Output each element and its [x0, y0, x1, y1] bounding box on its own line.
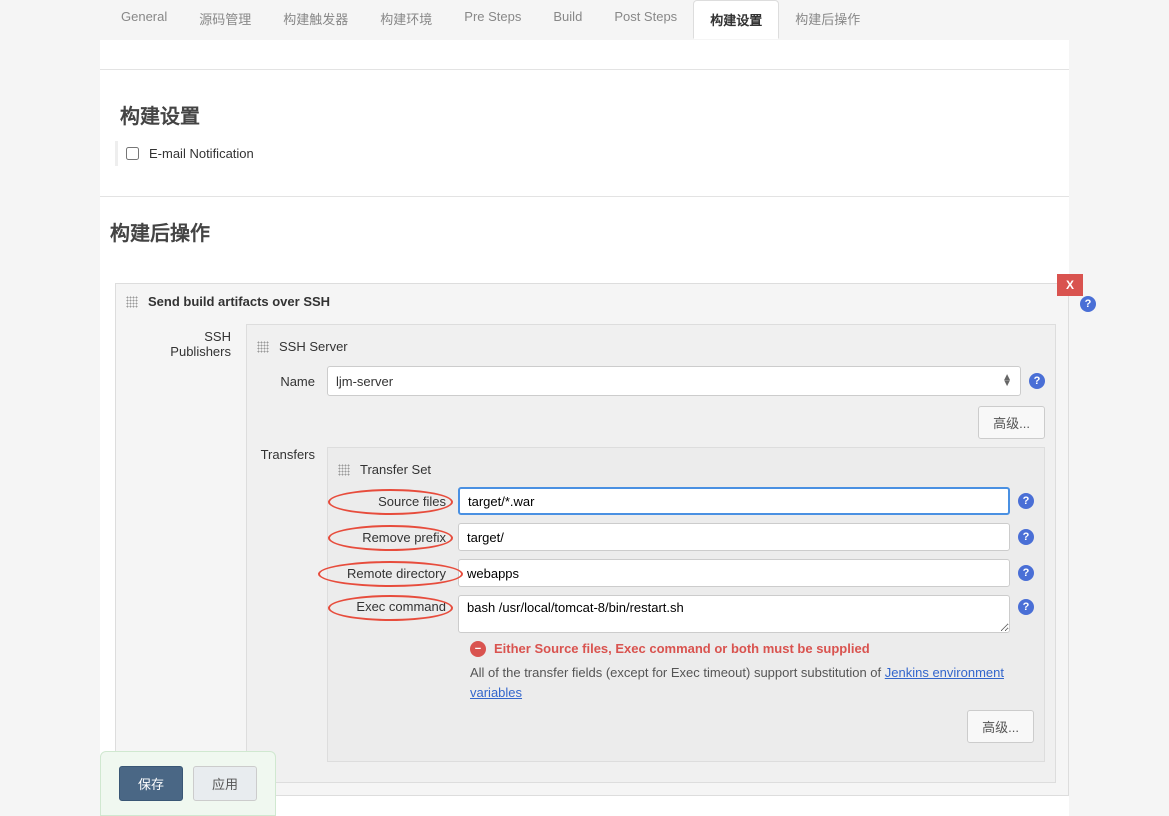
ssh-publishers-label: SSH Publishers — [146, 324, 246, 783]
advanced-button[interactable]: 高级... — [967, 710, 1034, 743]
help-icon[interactable]: ? — [1018, 529, 1034, 545]
tab-env[interactable]: 构建环境 — [364, 0, 448, 39]
ssh-publisher-panel: X ? Send build artifacts over SSH SSH Pu… — [115, 283, 1069, 796]
exec-command-textarea[interactable]: bash /usr/local/tomcat-8/bin/restart.sh — [458, 595, 1010, 633]
drag-handle-icon[interactable] — [257, 341, 269, 353]
help-icon[interactable]: ? — [1018, 565, 1034, 581]
post-actions-heading: 构建后操作 — [100, 197, 1069, 258]
help-icon[interactable]: ? — [1080, 296, 1096, 312]
tab-general[interactable]: General — [105, 0, 183, 39]
error-message: Either Source files, Exec command or bot… — [494, 641, 870, 656]
transfer-set-label: Transfer Set — [360, 462, 431, 477]
help-icon[interactable]: ? — [1018, 493, 1034, 509]
apply-button[interactable]: 应用 — [193, 766, 257, 801]
config-tabs: General 源码管理 构建触发器 构建环境 Pre Steps Build … — [0, 0, 1169, 40]
advanced-button[interactable]: 高级... — [978, 406, 1045, 439]
remove-prefix-input[interactable] — [458, 523, 1010, 551]
drag-handle-icon[interactable] — [338, 464, 350, 476]
tab-post-actions[interactable]: 构建后操作 — [779, 0, 876, 39]
close-panel-button[interactable]: X — [1057, 274, 1083, 296]
remote-directory-input[interactable] — [458, 559, 1010, 587]
error-icon: − — [470, 641, 486, 657]
footer-actions: 保存 应用 — [100, 751, 276, 816]
help-icon[interactable]: ? — [1029, 373, 1045, 389]
transfers-label: Transfers — [257, 447, 327, 462]
exec-command-label: Exec command — [356, 599, 446, 614]
tab-pre-steps[interactable]: Pre Steps — [448, 0, 537, 39]
remote-directory-label: Remote directory — [347, 566, 446, 581]
tab-post-steps[interactable]: Post Steps — [598, 0, 693, 39]
hint-text: All of the transfer fields (except for E… — [338, 663, 1034, 702]
tab-build[interactable]: Build — [537, 0, 598, 39]
drag-handle-icon[interactable] — [126, 296, 138, 308]
tab-scm[interactable]: 源码管理 — [183, 0, 267, 39]
source-files-label: Source files — [378, 494, 446, 509]
save-button[interactable]: 保存 — [119, 766, 183, 801]
tab-build-settings[interactable]: 构建设置 — [693, 0, 779, 39]
ssh-server-select[interactable]: ljm-server ▲▼ — [327, 366, 1021, 396]
source-files-input[interactable] — [458, 487, 1010, 515]
build-settings-heading: 构建设置 — [110, 80, 1069, 141]
remove-prefix-label: Remove prefix — [362, 530, 446, 545]
email-notification-label: E-mail Notification — [149, 146, 254, 161]
name-label: Name — [257, 374, 327, 389]
panel-title: Send build artifacts over SSH — [148, 294, 330, 309]
select-arrows-icon: ▲▼ — [1002, 375, 1012, 387]
ssh-server-label: SSH Server — [279, 339, 348, 354]
tab-triggers[interactable]: 构建触发器 — [267, 0, 364, 39]
email-notification-checkbox[interactable] — [126, 147, 139, 160]
help-icon[interactable]: ? — [1018, 599, 1034, 615]
